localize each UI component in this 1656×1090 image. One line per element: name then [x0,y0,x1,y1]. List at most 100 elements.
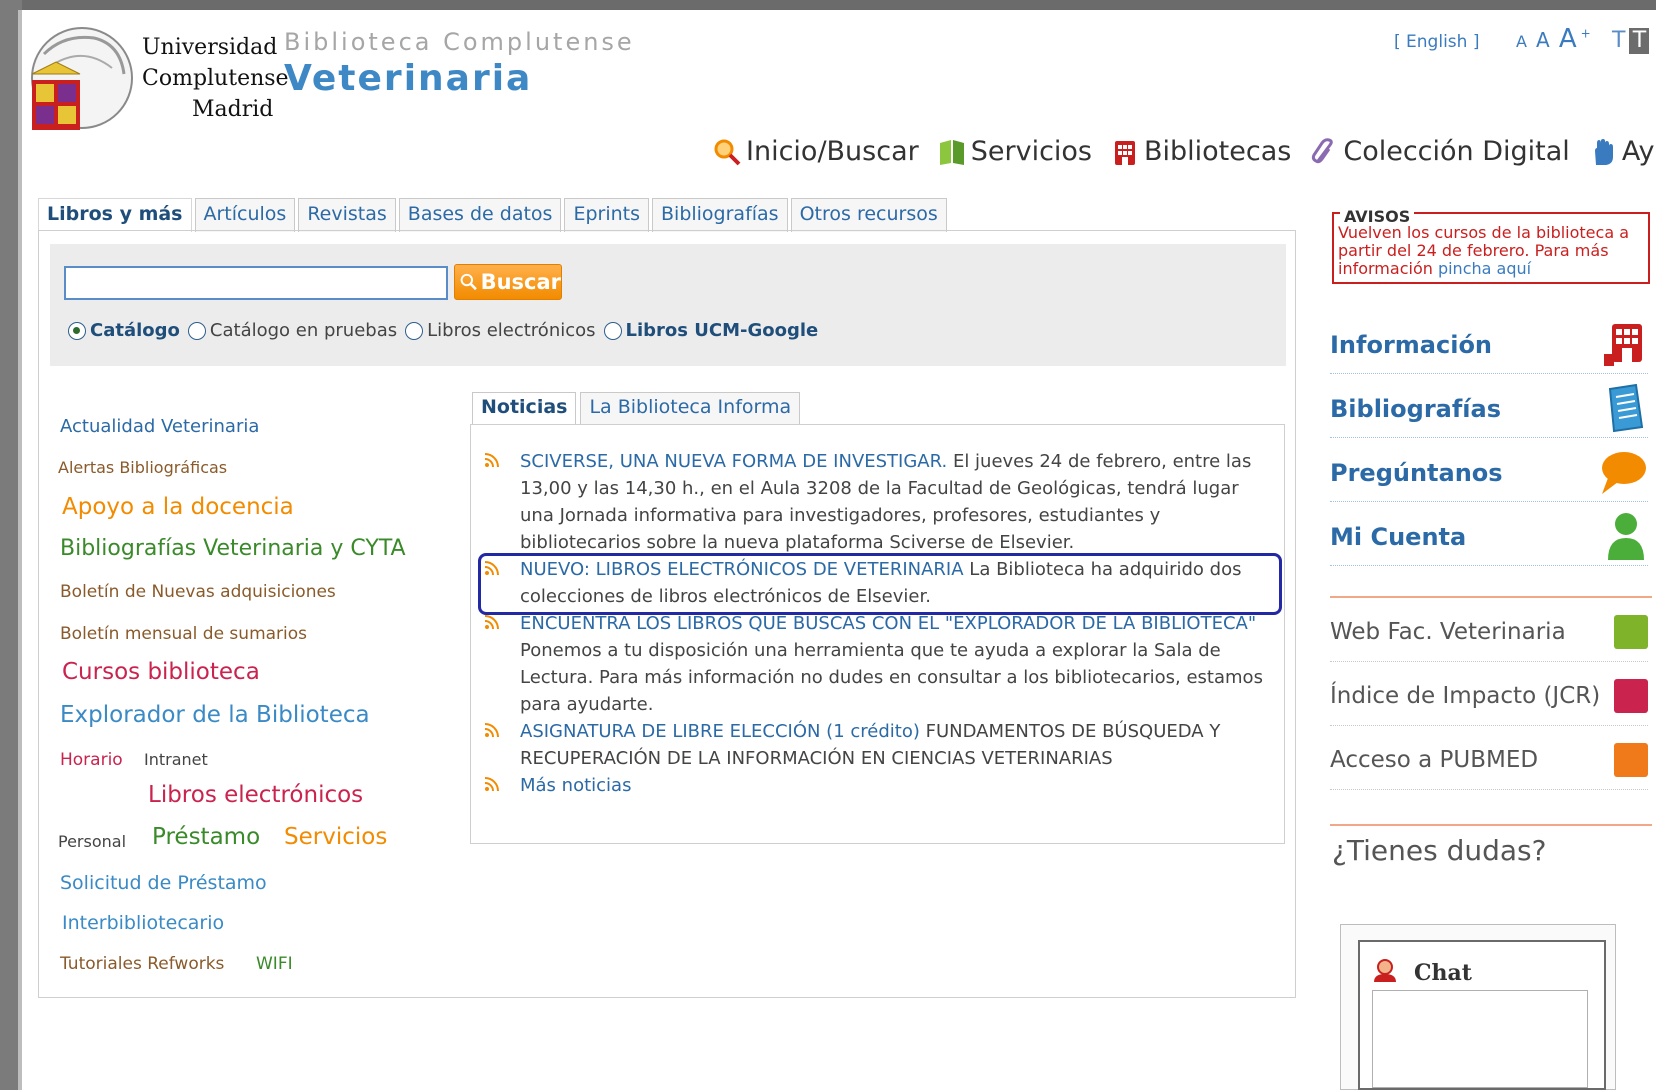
news-item: SCIVERSE, UNA NUEVA FORMA DE INVESTIGAR.… [484,448,1265,556]
nav-inicio-buscar[interactable]: Inicio/Buscar [712,136,919,167]
news-link-sciverse[interactable]: SCIVERSE, UNA NUEVA FORMA DE INVESTIGAR. [520,451,947,472]
english-language-link[interactable]: [ English ] [1394,32,1479,52]
side-item-bibliografias[interactable]: Bibliografías [1330,380,1648,438]
side-link-label: Acceso a PUBMED [1330,746,1539,773]
news-link-explorador[interactable]: ENCUENTRA LOS LIBROS QUE BUSCAS CON EL "… [520,613,1256,634]
book-icon [939,139,964,165]
side-item-mi-cuenta[interactable]: Mi Cuenta [1330,508,1648,566]
window-frame-left-inner [18,10,22,1090]
tab-revistas[interactable]: Revistas [298,198,396,232]
nav-coleccion-digital[interactable]: Colección Digital [1309,136,1570,167]
tab-libros-y-mas[interactable]: Libros y más [38,198,192,232]
side-link-pubmed[interactable]: Acceso a PUBMED [1330,730,1648,790]
font-size-small-button[interactable]: A [1516,32,1527,51]
news-tabs: Noticias La Biblioteca Informa [472,392,801,424]
contrast-high-button[interactable]: T [1629,28,1650,54]
search-scope-options: Catálogo Catálogo en pruebas Libros elec… [68,320,818,341]
link-solicitud-prestamo[interactable]: Solicitud de Préstamo [60,872,267,894]
tab-noticias[interactable]: Noticias [472,392,577,424]
side-item-label: Pregúntanos [1330,458,1503,487]
tab-eprints[interactable]: Eprints [564,198,649,232]
link-cursos-biblioteca[interactable]: Cursos biblioteca [62,659,260,685]
radio-libros-ucm-google[interactable]: Libros UCM-Google [603,320,819,341]
tab-bibliografias[interactable]: Bibliografías [652,198,788,232]
divider [1330,824,1652,826]
side-link-web-fac-veterinaria[interactable]: Web Fac. Veterinaria [1330,602,1648,662]
radio-button [603,321,622,340]
link-personal[interactable]: Personal [58,832,126,851]
avisos-link[interactable]: pincha aquí [1438,259,1531,278]
site-subtitle: Biblioteca Complutense [284,28,635,56]
clip-icon [1312,137,1334,163]
chat-user-icon [1374,959,1396,982]
chat-title: Chat [1414,960,1472,986]
nav-bibliotecas[interactable]: Bibliotecas [1110,136,1291,167]
site-title[interactable]: Veterinaria [284,58,532,99]
search-button[interactable]: Buscar [454,264,562,300]
tab-bases-de-datos[interactable]: Bases de datos [398,198,562,232]
chat-message-area[interactable] [1372,990,1588,1088]
link-prestamo[interactable]: Préstamo [152,824,260,850]
radio-libros-electronicos[interactable]: Libros electrónicos [405,320,596,341]
document-icon [1608,383,1644,432]
link-bibliografias-veterinaria[interactable]: Bibliografías Veterinaria y CYTA [60,536,406,561]
radio-catalogo-en-pruebas[interactable]: Catálogo en pruebas [187,320,397,341]
side-item-label: Mi Cuenta [1330,522,1467,551]
rss-icon[interactable] [484,776,500,792]
nav-label: Inicio/Buscar [746,136,919,167]
window-frame-top [0,0,1656,10]
rss-icon[interactable] [484,452,500,468]
nav-label: Ayuda [1621,136,1656,167]
nav-ayuda[interactable]: Ayuda [1588,136,1656,167]
link-explorador[interactable]: Explorador de la Biblioteca [60,702,370,728]
university-name-line3: Madrid [192,97,274,122]
side-item-informacion[interactable]: Información [1330,316,1648,374]
side-item-label: Bibliografías [1330,394,1501,423]
tab-articulos[interactable]: Artículos [194,198,296,232]
orange-square-icon [1614,742,1648,777]
font-size-medium-button[interactable]: A [1536,28,1550,52]
radio-catalogo[interactable]: Catálogo [68,320,180,341]
link-wifi[interactable]: WIFI [256,954,293,974]
red-square-icon [1614,678,1648,713]
rss-icon[interactable] [484,614,500,630]
link-interbibliotecario[interactable]: Interbibliotecario [62,912,224,934]
nav-servicios[interactable]: Servicios [937,136,1092,167]
radio-label: Libros UCM-Google [625,320,819,341]
university-name-line2: Complutense [142,66,289,91]
contrast-controls: TT [1612,28,1650,54]
hand-icon [1594,138,1613,165]
tab-otros-recursos[interactable]: Otros recursos [790,198,947,232]
side-link-jcr[interactable]: Índice de Impacto (JCR) [1330,666,1648,726]
link-libros-electronicos[interactable]: Libros electrónicos [148,782,363,808]
search-input[interactable] [64,266,448,300]
link-alertas-bibliograficas[interactable]: Alertas Bibliográficas [58,458,227,477]
side-link-label: Índice de Impacto (JCR) [1330,682,1601,709]
link-tutoriales-refworks[interactable]: Tutoriales Refworks [60,954,224,974]
link-horario[interactable]: Horario [60,750,123,770]
search-icon [714,139,741,165]
link-servicios[interactable]: Servicios [284,824,387,850]
news-link-mas-noticias[interactable]: Más noticias [520,775,631,796]
radio-button [187,321,206,340]
search-icon [460,273,477,291]
news-item: ENCUENTRA LOS LIBROS QUE BUSCAS CON EL "… [484,610,1265,718]
news-item: ASIGNATURA DE LIBRE ELECCIÓN (1 crédito)… [484,718,1265,772]
rss-icon[interactable] [484,722,500,738]
university-name: Universidad Complutense Madrid [142,32,289,125]
link-actualidad-veterinaria[interactable]: Actualidad Veterinaria [60,416,259,437]
side-item-preguntanos[interactable]: Pregúntanos [1330,444,1648,502]
link-boletin-nuevas[interactable]: Boletín de Nuevas adquisiciones [60,582,336,602]
link-apoyo-docencia[interactable]: Apoyo a la docencia [62,494,294,520]
news-link-asignatura[interactable]: ASIGNATURA DE LIBRE ELECCIÓN (1 crédito) [520,721,920,742]
radio-button [405,321,424,340]
main-navigation: Inicio/Buscar Servicios Bibliotecas Cole… [712,136,1656,167]
link-boletin-sumarios[interactable]: Boletín mensual de sumarios [60,624,307,644]
link-intranet[interactable]: Intranet [144,750,208,769]
university-emblem-icon [31,27,133,130]
contrast-normal-button[interactable]: T [1612,28,1625,53]
tab-biblioteca-informa[interactable]: La Biblioteca Informa [580,392,801,424]
font-size-large-button[interactable]: A + [1559,24,1591,54]
university-logo[interactable]: Universidad Complutense Madrid [24,20,289,140]
highlight-annotation [478,553,1282,615]
